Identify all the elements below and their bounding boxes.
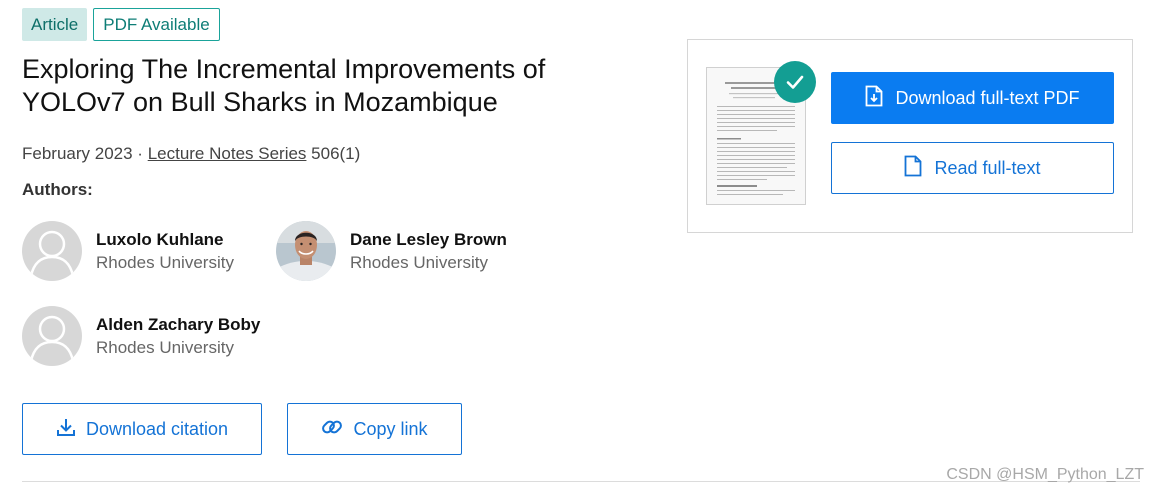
author-card[interactable]: Alden Zachary Boby Rhodes University [22,306,260,366]
read-fulltext-button[interactable]: Read full-text [831,142,1114,194]
publication-date: February 2023 · [22,144,148,163]
authors-label: Authors: [22,180,93,199]
series-link[interactable]: Lecture Notes Series [148,144,307,163]
author-affiliation: Rhodes University [350,253,488,272]
fulltext-card: Download full-text PDF Read full-text [687,39,1133,233]
avatar-photo [276,221,336,281]
publication-meta: February 2023 · Lecture Notes Series 506… [22,144,360,164]
author-name[interactable]: Alden Zachary Boby [96,313,260,336]
copy-link-label: Copy link [353,418,428,439]
download-pdf-label: Download full-text PDF [895,87,1080,108]
author-card[interactable]: Luxolo Kuhlane Rhodes University [22,221,234,281]
page-title: Exploring The Incremental Improvements o… [22,54,546,117]
download-citation-label: Download citation [85,418,229,439]
author-affiliation: Rhodes University [96,253,234,272]
copy-link-button[interactable]: Copy link [287,403,462,455]
document-icon [904,155,922,182]
author-name[interactable]: Luxolo Kuhlane [96,228,234,251]
author-card[interactable]: Dane Lesley Brown Rhodes University [276,221,507,281]
series-issue: 506(1) [306,144,361,163]
author-name[interactable]: Dane Lesley Brown [350,228,507,251]
check-icon [774,61,816,103]
pdf-download-icon [865,85,883,112]
article-badge: Article [22,8,88,41]
watermark: CSDN @HSM_Python_LZT [946,466,1144,483]
download-citation-button[interactable]: Download citation [22,403,262,455]
pdf-available-badge: PDF Available [93,8,220,41]
download-pdf-button[interactable]: Download full-text PDF [831,72,1114,124]
link-icon [321,416,343,443]
avatar-placeholder [22,306,82,366]
read-fulltext-label: Read full-text [934,157,1041,178]
author-affiliation: Rhodes University [96,338,234,357]
avatar-placeholder [22,221,82,281]
badge-row: Article PDF Available [22,8,220,41]
download-icon [56,417,76,442]
